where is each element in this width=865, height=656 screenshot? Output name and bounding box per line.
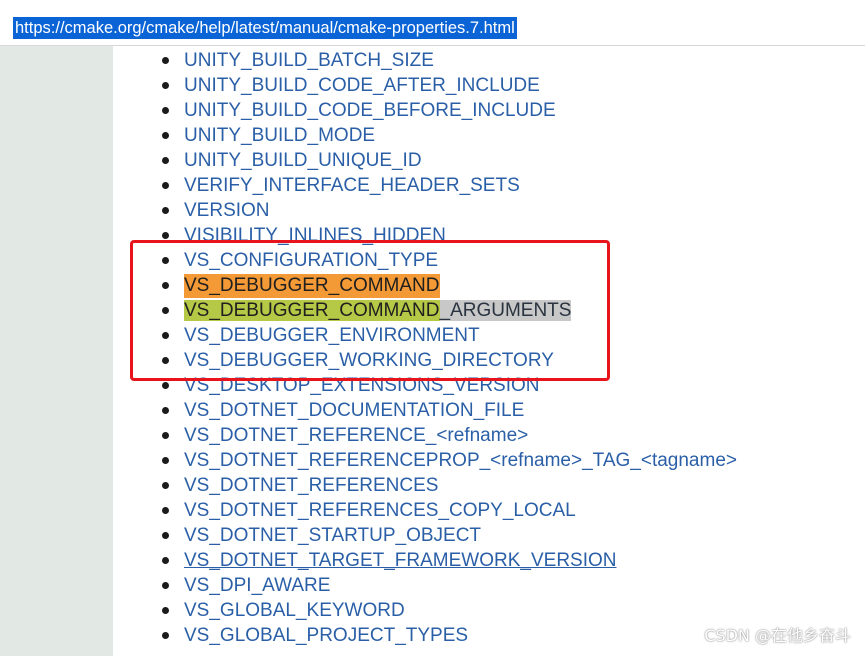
property-link[interactable]: VERSION (184, 199, 270, 223)
property-link-highlighted[interactable]: VS_DEBUGGER_COMMAND_ARGUMENTS (184, 299, 572, 323)
property-link[interactable]: UNITY_BUILD_BATCH_SIZE (184, 49, 434, 73)
property-link-highlighted[interactable]: VS_DEBUGGER_COMMAND (184, 274, 440, 298)
property-link[interactable]: VS_DESKTOP_EXTENSIONS_VERSION (184, 374, 540, 398)
property-link[interactable]: VS_DOTNET_REFERENCES_COPY_LOCAL (184, 499, 576, 523)
bullet-icon (162, 207, 169, 214)
url-text[interactable]: https://cmake.org/cmake/help/latest/manu… (13, 17, 517, 39)
property-link[interactable]: VS_DOTNET_STARTUP_OBJECT (184, 524, 481, 548)
property-link[interactable]: VS_DEBUGGER_WORKING_DIRECTORY (184, 349, 554, 373)
property-link[interactable]: VS_GLOBAL_PROJECT_TYPES (184, 624, 468, 648)
bullet-icon (162, 82, 169, 89)
bullet-icon (162, 557, 169, 564)
bullet-icon (162, 282, 169, 289)
property-link[interactable]: VS_CONFIGURATION_TYPE (184, 249, 438, 273)
bullet-icon (162, 457, 169, 464)
property-link[interactable]: VS_GLOBAL_KEYWORD (184, 599, 405, 623)
property-link[interactable]: VS_DOTNET_REFERENCES (184, 474, 438, 498)
property-link[interactable]: VISIBILITY_INLINES_HIDDEN (184, 224, 446, 248)
property-link[interactable]: VS_DOTNET_REFERENCE_<refname> (184, 424, 528, 448)
selection-highlight: _ARGUMENTS (439, 300, 572, 321)
bullet-icon (162, 357, 169, 364)
bullet-icon (162, 182, 169, 189)
search-match-highlight: VS_DEBUGGER_COMMAND (184, 300, 440, 321)
property-link[interactable]: UNITY_BUILD_UNIQUE_ID (184, 149, 422, 173)
bullet-icon (162, 607, 169, 614)
bullet-icon (162, 132, 169, 139)
bullet-icon (162, 532, 169, 539)
bullet-icon (162, 332, 169, 339)
bullet-icon (162, 232, 169, 239)
bullet-icon (162, 57, 169, 64)
bullet-icon (162, 507, 169, 514)
property-link-hovered[interactable]: VS_DOTNET_TARGET_FRAMEWORK_VERSION (184, 549, 617, 573)
sidebar (0, 46, 113, 656)
bullet-icon (162, 582, 169, 589)
property-link[interactable]: VERIFY_INTERFACE_HEADER_SETS (184, 174, 520, 198)
watermark-text: CSDN @在他乡奋斗 (704, 626, 851, 645)
bullet-icon (162, 382, 169, 389)
property-link[interactable]: VS_DOTNET_DOCUMENTATION_FILE (184, 399, 524, 423)
bullet-icon (162, 407, 169, 414)
address-bar[interactable]: https://cmake.org/cmake/help/latest/manu… (0, 0, 865, 46)
property-link[interactable]: UNITY_BUILD_CODE_BEFORE_INCLUDE (184, 99, 556, 123)
property-link[interactable]: UNITY_BUILD_MODE (184, 124, 375, 148)
property-link[interactable]: VS_DPI_AWARE (184, 574, 330, 598)
bullet-icon (162, 157, 169, 164)
bullet-icon (162, 482, 169, 489)
main-content: UNITY_BUILD_BATCH_SIZE UNITY_BUILD_CODE_… (113, 46, 865, 656)
bullet-icon (162, 632, 169, 639)
bullet-icon (162, 107, 169, 114)
bullet-icon (162, 257, 169, 264)
property-link[interactable]: VS_DEBUGGER_ENVIRONMENT (184, 324, 480, 348)
property-link[interactable]: VS_DOTNET_REFERENCEPROP_<refname>_TAG_<t… (184, 449, 737, 473)
property-link[interactable]: UNITY_BUILD_CODE_AFTER_INCLUDE (184, 74, 540, 98)
bullet-icon (162, 307, 169, 314)
bullet-icon (162, 432, 169, 439)
